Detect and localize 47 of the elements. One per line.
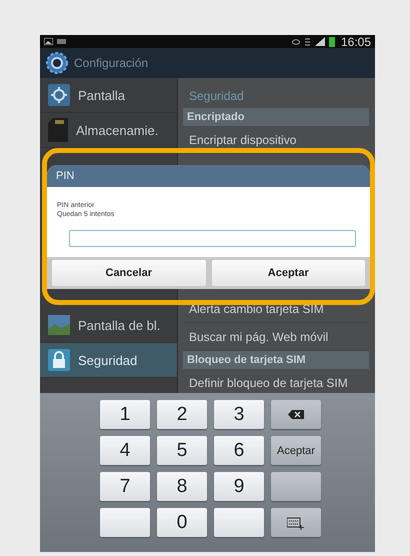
sidebar-label: Pantalla [78, 88, 125, 102]
backspace-icon [288, 410, 304, 419]
digit-key[interactable]: 8 [157, 472, 207, 501]
keyboard-gear-icon [287, 516, 305, 530]
landscape-icon [48, 315, 70, 335]
settings-item[interactable]: Alerta cambio tarjeta SIM [183, 295, 369, 323]
digit-key[interactable]: 2 [157, 400, 207, 429]
dialog-title: PIN [47, 164, 370, 186]
sd-card-icon [48, 118, 68, 142]
dialog-button[interactable]: Aceptar [212, 260, 365, 286]
blank-key[interactable] [214, 508, 264, 537]
status-time: 16:05 [340, 35, 371, 48]
accept-key[interactable]: Aceptar [271, 436, 321, 465]
pin-input-field[interactable] [69, 230, 356, 246]
section-header: Encriptado [183, 108, 369, 126]
digit-key[interactable]: 9 [214, 472, 264, 501]
digit-key[interactable]: 4 [100, 436, 150, 465]
digit-key[interactable]: 0 [157, 508, 207, 537]
digit-key[interactable]: 1 [100, 400, 150, 429]
digit-key[interactable]: 7 [100, 472, 150, 501]
digit-key[interactable]: 5 [157, 436, 207, 465]
backspace-key[interactable] [271, 400, 321, 429]
sidebar-item[interactable]: Almacenamie. [40, 113, 177, 148]
detail-title: Seguridad [188, 88, 245, 105]
app-title: Configuración [74, 56, 148, 70]
battery-icon [328, 36, 335, 46]
blank-key[interactable] [100, 508, 150, 537]
sidebar-item[interactable]: Seguridad [40, 343, 177, 378]
gear-icon [46, 52, 68, 74]
sidebar-label: Seguridad [78, 352, 138, 368]
sidebar-label: Pantalla de bl. [78, 318, 160, 332]
digit-key[interactable]: 3 [214, 400, 264, 429]
eye-icon [292, 38, 300, 44]
brightness-icon [48, 84, 70, 106]
sidebar-label: Almacenamie. [76, 122, 158, 138]
dialog-button[interactable]: Cancelar [52, 260, 206, 286]
sidebar-item[interactable]: Pantalla [40, 78, 177, 113]
digit-key[interactable]: 6 [214, 436, 264, 465]
settings-item[interactable]: Encriptar dispositivo [183, 126, 369, 154]
blank-key[interactable] [271, 472, 321, 501]
section-header: Bloqueo de tarjeta SIM [183, 351, 369, 369]
signal-icon [314, 37, 325, 46]
network-icon [304, 38, 311, 46]
padlock-icon [48, 349, 70, 371]
keyboard-icon [57, 39, 66, 44]
image-icon [44, 38, 53, 45]
keyboard-settings-key[interactable] [271, 508, 321, 537]
